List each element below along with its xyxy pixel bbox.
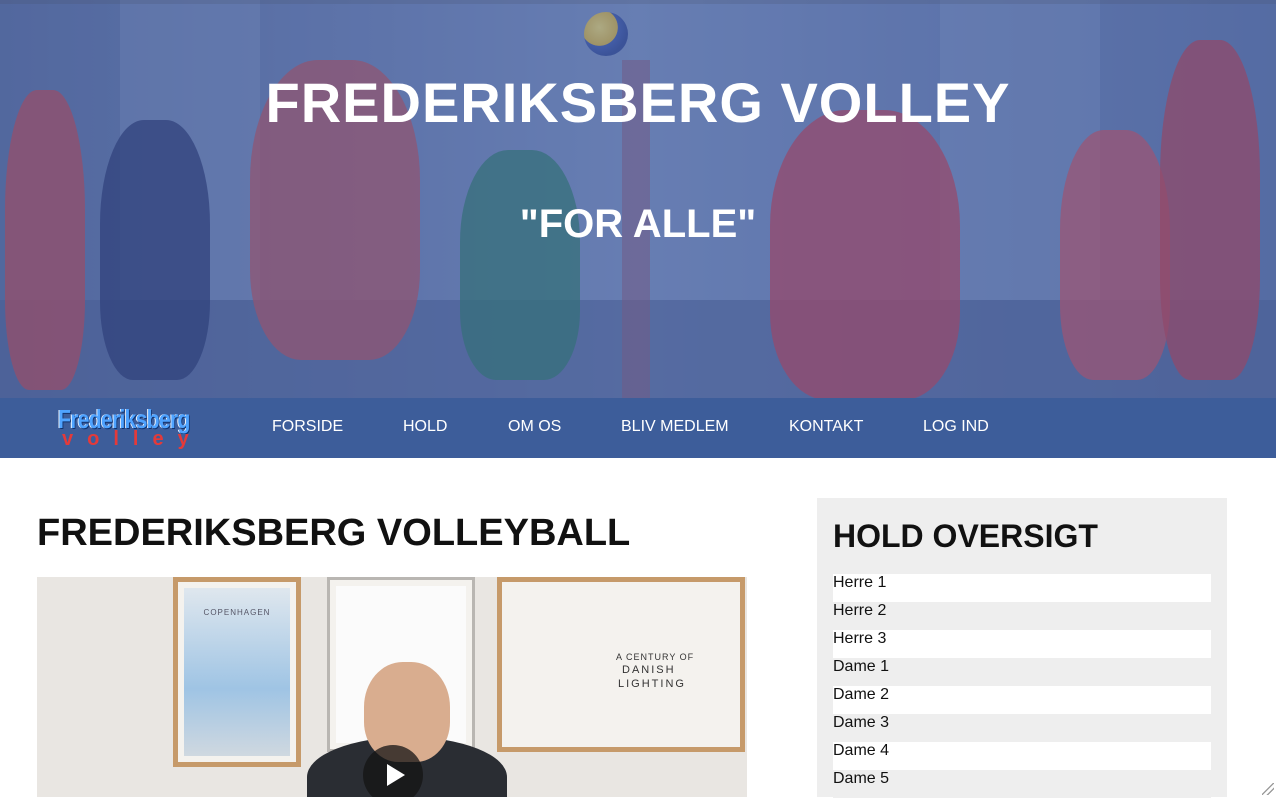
nav-item-hold[interactable]: HOLD (403, 418, 447, 436)
team-item-herre-2[interactable]: Herre 2 (833, 602, 1211, 630)
poster-danish-lighting: A CENTURY OF DANISH LIGHTING (508, 588, 734, 741)
team-list: Herre 1 Herre 2 Herre 3 Dame 1 Dame 2 Da… (833, 574, 1211, 798)
poster-frame: COPENHAGEN (173, 577, 301, 767)
poster-text: COPENHAGEN (184, 608, 290, 617)
team-item-herre-3[interactable]: Herre 3 (833, 630, 1211, 658)
team-item-dame-5[interactable]: Dame 5 (833, 770, 1211, 798)
nav-item-log-ind[interactable]: LOG IND (923, 418, 989, 436)
nav-item-om-os[interactable]: OM OS (508, 418, 561, 436)
team-item-herre-1[interactable]: Herre 1 (833, 574, 1211, 602)
nav-item-kontakt[interactable]: KONTAKT (789, 418, 863, 436)
nav-item-bliv-medlem[interactable]: BLIV MEDLEM (621, 418, 729, 436)
team-item-dame-1[interactable]: Dame 1 (833, 658, 1211, 686)
hero-subtitle: "FOR ALLE" (0, 202, 1276, 247)
play-icon[interactable] (363, 745, 423, 797)
nav-item-forside[interactable]: FORSIDE (272, 418, 343, 436)
hero-banner: FREDERIKSBERG VOLLEY "FOR ALLE" (0, 0, 1276, 398)
video-person-head (364, 662, 450, 762)
poster-frame: A CENTURY OF DANISH LIGHTING (497, 577, 745, 752)
poster-text: A CENTURY OF (616, 652, 694, 662)
hero-title: FREDERIKSBERG VOLLEY (0, 70, 1276, 135)
team-item-dame-3[interactable]: Dame 3 (833, 714, 1211, 742)
team-overview-sidebar: HOLD OVERSIGT Herre 1 Herre 2 Herre 3 Da… (817, 498, 1227, 797)
hero-overlay (0, 0, 1276, 398)
team-item-dame-4[interactable]: Dame 4 (833, 742, 1211, 770)
poster-copenhagen: COPENHAGEN (184, 588, 290, 756)
page-title: FREDERIKSBERG VOLLEYBALL (37, 512, 630, 555)
main-navigation: Frederiksberg volley FORSIDE HOLD OM OS … (0, 398, 1276, 458)
poster-text: LIGHTING (618, 678, 686, 690)
team-item-dame-2[interactable]: Dame 2 (833, 686, 1211, 714)
video-player[interactable]: COPENHAGEN A CENTURY OF DANISH LIGHTING (37, 577, 747, 797)
site-logo[interactable]: Frederiksberg volley (58, 404, 212, 452)
resize-grip-icon[interactable] (1262, 783, 1274, 795)
sidebar-title: HOLD OVERSIGT (833, 518, 1098, 555)
poster-text: DANISH (622, 664, 676, 676)
logo-text-volley: volley (62, 428, 203, 451)
